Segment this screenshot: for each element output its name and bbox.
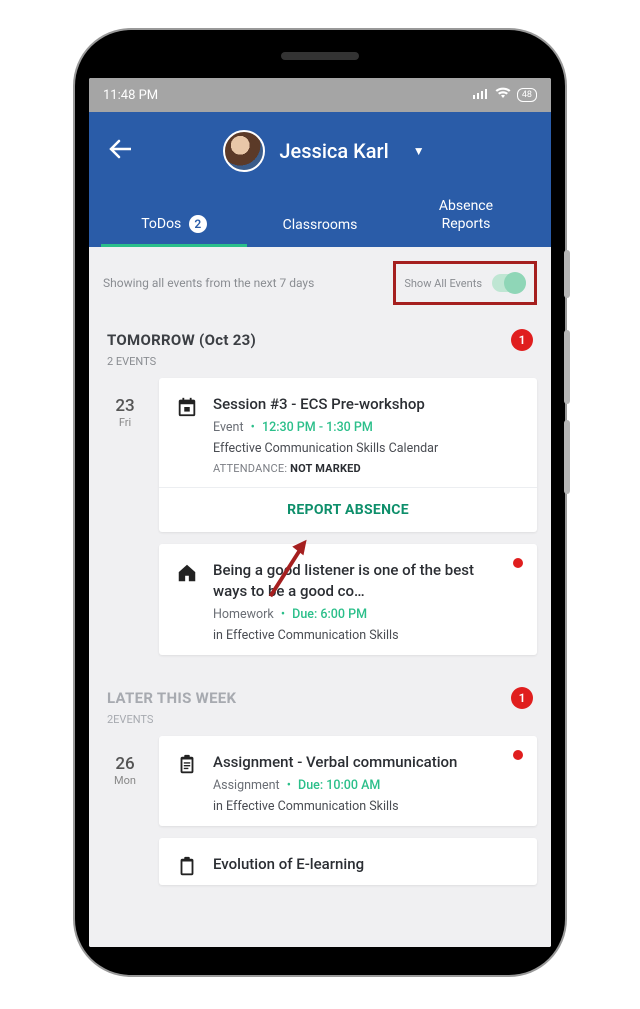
tab-label: Classrooms (283, 217, 358, 233)
toggle-label: Show All Events (404, 277, 482, 290)
screen: 11:48 PM 48 Jessica Karl ▼ (89, 78, 551, 947)
day-chip: 26 Mon (103, 736, 147, 885)
due-label: Due: (298, 778, 323, 793)
card-title: Assignment - Verbal communication (213, 752, 521, 772)
card-type: Assignment (213, 778, 280, 793)
tab-todos[interactable]: ToDos 2 (101, 205, 247, 247)
tab-absence-reports[interactable]: Absence Reports (393, 188, 539, 247)
section-title: TOMORROW (Oct 23) (107, 331, 256, 349)
unread-dot (513, 750, 523, 760)
chevron-down-icon: ▼ (413, 144, 425, 158)
attendance-label: ATTENDANCE: (213, 462, 287, 475)
status-time: 11:48 PM (103, 88, 158, 103)
content[interactable]: Showing all events from the next 7 days … (89, 247, 551, 947)
status-icons: 48 (473, 87, 537, 103)
section-badge: 1 (511, 329, 533, 351)
status-bar: 11:48 PM 48 (89, 78, 551, 112)
tabs: ToDos 2 Classrooms Absence Reports (101, 188, 539, 247)
section-subtitle: 2EVENTS (89, 713, 551, 736)
clipboard-icon (175, 854, 199, 883)
battery-icon: 48 (517, 88, 537, 102)
separator: • (277, 607, 289, 622)
show-all-toggle-box: Show All Events (393, 261, 537, 305)
calendar-icon (175, 394, 199, 475)
profile-selector[interactable]: Jessica Karl ▼ (113, 130, 535, 172)
phone-frame: 11:48 PM 48 Jessica Karl ▼ (75, 30, 565, 975)
phone-speaker (281, 52, 359, 60)
day-group: 23 Fri Session #3 - ECS Pre-workshop (89, 378, 551, 667)
day-number: 23 (103, 396, 147, 416)
separator: • (283, 778, 295, 793)
home-icon (175, 560, 199, 643)
section-header: LATER THIS WEEK 1 (89, 677, 551, 713)
phone-side-button (564, 330, 570, 404)
card-type: Event (213, 420, 244, 435)
tab-badge: 2 (189, 215, 207, 233)
section-header: TOMORROW (Oct 23) 1 (89, 319, 551, 355)
tab-label: Absence Reports (421, 198, 511, 233)
card-title: Session #3 - ECS Pre-workshop (213, 394, 521, 414)
event-card[interactable]: Session #3 - ECS Pre-workshop Event • 12… (159, 378, 537, 532)
filter-summary: Showing all events from the next 7 days (103, 276, 314, 290)
tab-classrooms[interactable]: Classrooms (247, 207, 393, 247)
card-time: 12:30 PM - 1:30 PM (262, 420, 373, 435)
separator: • (247, 420, 259, 435)
report-absence-button[interactable]: REPORT ABSENCE (159, 487, 537, 532)
tab-label: ToDos (141, 216, 181, 232)
day-name: Fri (103, 416, 147, 429)
card-time: 10:00 AM (326, 778, 380, 793)
avatar (223, 130, 265, 172)
section-subtitle: 2 EVENTS (89, 355, 551, 378)
filter-row: Showing all events from the next 7 days … (89, 247, 551, 319)
section-title: LATER THIS WEEK (107, 689, 236, 707)
section-badge: 1 (511, 687, 533, 709)
day-number: 26 (103, 754, 147, 774)
assignment-card[interactable]: Assignment - Verbal communication Assign… (159, 736, 537, 826)
card-subtitle: in Effective Communication Skills (213, 628, 521, 643)
homework-card[interactable]: Being a good listener is one of the best… (159, 544, 537, 655)
day-name: Mon (103, 774, 147, 787)
card-title: Being a good listener is one of the best… (213, 560, 521, 601)
card-type: Homework (213, 607, 274, 622)
clipboard-icon (175, 752, 199, 814)
day-chip: 23 Fri (103, 378, 147, 655)
wifi-icon (495, 87, 511, 103)
assignment-card[interactable]: Evolution of E-learning (159, 838, 537, 885)
app-header: Jessica Karl ▼ ToDos 2 Classrooms Absenc… (89, 112, 551, 247)
day-group: 26 Mon Assignment - Verbal communication (89, 736, 551, 897)
card-time: 6:00 PM (320, 607, 367, 622)
attendance-value: NOT MARKED (290, 462, 361, 475)
show-all-toggle[interactable] (492, 274, 526, 292)
due-label: Due: (292, 607, 317, 622)
card-subtitle: in Effective Communication Skills (213, 799, 521, 814)
phone-side-button (564, 420, 570, 494)
card-title: Evolution of E-learning (213, 854, 521, 874)
phone-side-button (564, 250, 570, 298)
profile-name: Jessica Karl (279, 139, 388, 163)
signal-icon (473, 87, 489, 103)
card-subtitle: Effective Communication Skills Calendar (213, 441, 521, 456)
